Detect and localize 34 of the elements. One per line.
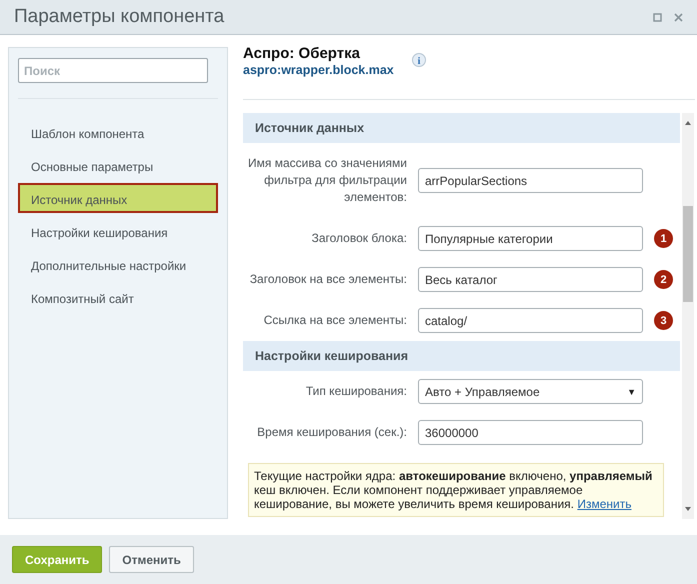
sidebar-item[interactable]: Основные параметры — [18, 150, 218, 180]
number-badge: 2 — [654, 270, 673, 289]
close-icon[interactable] — [674, 12, 683, 22]
field-label: Время кеширования (сек.): — [256, 424, 407, 441]
scrollbar-drawing[interactable] — [682, 113, 694, 519]
notice-text: Текущие настройки ядра: автокеширование включено, управляемый кеш включен. Если компонент поддерживает управляемое кеширование, вы можете увеличить время кеширования. Изменить — [248, 463, 664, 517]
component-code: aspro:wrapper.block.max — [243, 63, 394, 77]
maximize-icon[interactable] — [653, 12, 662, 22]
number-badge: 1 — [654, 229, 673, 248]
sidebar-item[interactable]: Настройки кеширования — [18, 216, 218, 246]
section-header: Источник данных — [243, 113, 680, 143]
input-field[interactable]: 36000000 — [418, 420, 643, 445]
component-name: Аспро: Обертка — [243, 45, 361, 62]
input-field[interactable]: Весь каталог — [418, 267, 643, 292]
field-label: Заголовок на все элементы: — [248, 271, 407, 288]
field-label: Заголовок блока: — [310, 230, 407, 247]
sidebar-item[interactable]: Шаблон компонента — [18, 117, 218, 147]
field-label: Тип кеширования: — [304, 383, 407, 400]
search-field[interactable]: Поиск — [18, 58, 208, 83]
window-title: Параметры компонента — [14, 6, 226, 28]
select-field[interactable]: Авто + Управляемое ▼ — [418, 379, 643, 404]
section-header: Настройки кеширования — [243, 341, 680, 371]
cancel-button[interactable]: Отменить — [109, 546, 194, 573]
input-field[interactable]: catalog/ — [418, 308, 643, 333]
sidebar-item[interactable]: Композитный сайт — [18, 282, 218, 312]
input-field[interactable]: Популярные категории — [418, 226, 643, 251]
sidebar-item[interactable]: Источник данных — [18, 183, 218, 213]
change-link[interactable]: Изменить — [577, 497, 632, 511]
field-label: Ссылка на все элементы: — [262, 312, 407, 329]
input-field[interactable]: arrPopularSections — [418, 168, 643, 193]
number-badge: 3 — [654, 311, 673, 330]
info-icon[interactable]: i — [412, 53, 426, 67]
field-label: Имя массива со значениями фильтра для фильтрации элементов: — [247, 155, 407, 206]
sidebar-item[interactable]: Дополнительные настройки — [18, 249, 218, 279]
